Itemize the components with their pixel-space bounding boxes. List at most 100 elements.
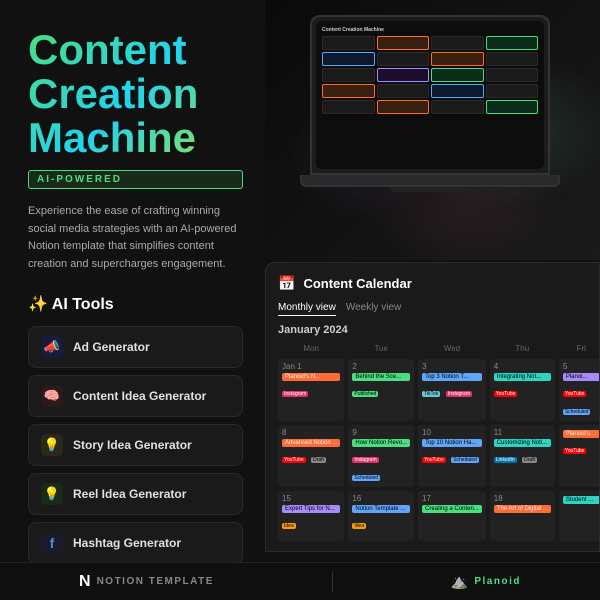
tag-tiktok: TikTok [422,391,440,397]
tag-instagram: Instagram [446,391,472,397]
screen-cell-6 [486,68,539,82]
cal-event: Planoid's N... [282,373,340,381]
tool-item-story-idea[interactable]: 💡 Story Idea Generator [28,424,243,466]
title-line3: Machine [28,114,196,161]
cal-cell-jan15[interactable]: 15 Expert Tips for N... Idea [278,491,344,541]
screen-cell-green3 [486,100,539,114]
cal-event: Planoi... [563,373,600,381]
calendar-header: 📅 Content Calendar [278,275,587,292]
cal-cell-jan8[interactable]: 8 Advanced Notion ... YouTube Draft [278,425,344,487]
tag-youtube: YouTube [282,457,306,463]
ad-generator-icon: 📣 [41,336,63,358]
cal-date: 17 [422,494,482,503]
calendar-title: Content Calendar [303,276,411,291]
status-scheduled: Scheduled [451,457,479,463]
laptop-base [300,175,560,187]
ai-tools-section: ✨ AI Tools 📣 Ad Generator 🧠 Content Idea… [28,294,243,600]
cal-date: 5 [563,362,600,371]
cal-date: 11 [494,428,551,437]
cal-cell-jan11b[interactable]: Planoid's ... YouTube [559,425,600,487]
day-header-fri: Fri [559,342,600,355]
tool-item-content-idea[interactable]: 🧠 Content Idea Generator [28,375,243,417]
day-header-thu: Thu [490,342,555,355]
cal-event: Expert Tips for N... [282,505,340,513]
screen-content: Content Creation Machine [316,21,544,122]
screen-cell-3 [377,52,430,66]
cal-date: 15 [282,494,340,503]
tag-youtube: YouTube [422,457,446,463]
calendar-icon: 📅 [278,275,295,292]
cal-cell-jan11[interactable]: 11 Customizing Noti... LinkedIn Draft [490,425,555,487]
ad-generator-label: Ad Generator [73,340,150,354]
title-line2: Creation [28,70,198,117]
cal-cell-jan17[interactable]: 17 Creating a Conten... [418,491,486,541]
story-idea-icon: 💡 [41,434,63,456]
tab-monthly-view[interactable]: Monthly view [278,300,336,316]
cal-cell-jan4[interactable]: 4 Integrating Not... YouTube [490,359,555,421]
screen-row-2 [322,52,538,66]
hashtag-label: Hashtag Generator [73,536,181,550]
screen-cell-orange3 [322,84,375,98]
day-header-wed: Wed [418,342,486,355]
planoid-brand: ⛰️ Planoid [451,573,521,590]
status-idea: Idea [352,523,366,529]
screen-cell-2 [431,36,484,50]
cal-event: Student ... [563,496,600,504]
cal-event: How Notion Revo... [352,439,410,447]
reel-idea-icon: 💡 [41,483,63,505]
tool-item-reel-idea[interactable]: 💡 Reel Idea Generator [28,473,243,515]
status-scheduled: Scheduled [352,475,380,481]
screen-cell-7 [377,84,430,98]
ai-badge: AI-POWERED [28,170,243,189]
cal-date: 3 [422,362,482,371]
screen-cell [322,36,375,50]
title-line1: Content [28,26,187,73]
cal-cell-jan10[interactable]: 10 Top 10 Notion Ha... YouTube Scheduled [418,425,486,487]
cal-event: Top 10 Notion Ha... [422,439,482,447]
cal-cell-jan16[interactable]: 16 Notion Template ... Idea [348,491,414,541]
notion-icon: N [79,573,91,591]
main-container: Content Creation Machine AI-POWERED Expe… [0,0,600,600]
tag-instagram: Instagram [352,457,378,463]
cal-event: Planoid's ... [563,430,600,438]
cal-cell-jan18b[interactable]: Student ... [559,491,600,541]
reel-idea-label: Reel Idea Generator [73,487,186,501]
cal-cell-jan1[interactable]: Jan 1 Planoid's N... Instagram [278,359,344,421]
cal-cell-jan5[interactable]: 5 Planoi... YouTube Scheduled [559,359,600,421]
cal-date: 10 [422,428,482,437]
status-draft: Draft [311,457,326,463]
tool-item-hashtag[interactable]: f Hashtag Generator [28,522,243,564]
status-published: Published [352,391,378,397]
tag-linkedin: LinkedIn [494,457,517,463]
tab-weekly-view[interactable]: Weekly view [346,300,401,316]
screen-cell-purple [377,68,430,82]
tag-youtube: YouTube [563,448,587,454]
screen-cell-blue2 [431,84,484,98]
cal-cell-jan9[interactable]: 9 How Notion Revo... Instagram Scheduled [348,425,414,487]
screen-row-1 [322,36,538,50]
planoid-brand-text: Planoid [474,576,521,587]
calendar-month-label: January 2024 [278,324,587,336]
cal-cell-jan2[interactable]: 2 Behind the Sce... Published [348,359,414,421]
view-tabs: Monthly view Weekly view [278,300,587,316]
screen-row-5 [322,100,538,114]
tag-youtube: YouTube [494,391,518,397]
screen-cell-green2 [431,68,484,82]
laptop-area: Content Creation Machine [265,0,600,260]
cal-event: Customizing Noti... [494,439,551,447]
screen-cell-8 [486,84,539,98]
cal-event: The Art of Digital ... [494,505,551,513]
planoid-icon: ⛰️ [451,573,468,590]
content-idea-icon: 🧠 [41,385,63,407]
cal-event: Creating a Conten... [422,505,482,513]
calendar-section: 📅 Content Calendar Monthly view Weekly v… [265,262,600,552]
cal-cell-jan3[interactable]: 3 Top 3 Notion T... TikTok Instagram [418,359,486,421]
cal-cell-jan18[interactable]: 18 The Art of Digital ... [490,491,555,541]
content-idea-label: Content Idea Generator [73,389,206,403]
cal-date: 9 [352,428,410,437]
description: Experience the ease of crafting winning … [28,203,243,273]
status-idea: Idea [282,523,296,529]
cal-date: 2 [352,362,410,371]
tool-item-ad-generator[interactable]: 📣 Ad Generator [28,326,243,368]
calendar-grid: Mon Tue Wed Thu Fri Jan 1 Planoid's N...… [278,342,587,541]
